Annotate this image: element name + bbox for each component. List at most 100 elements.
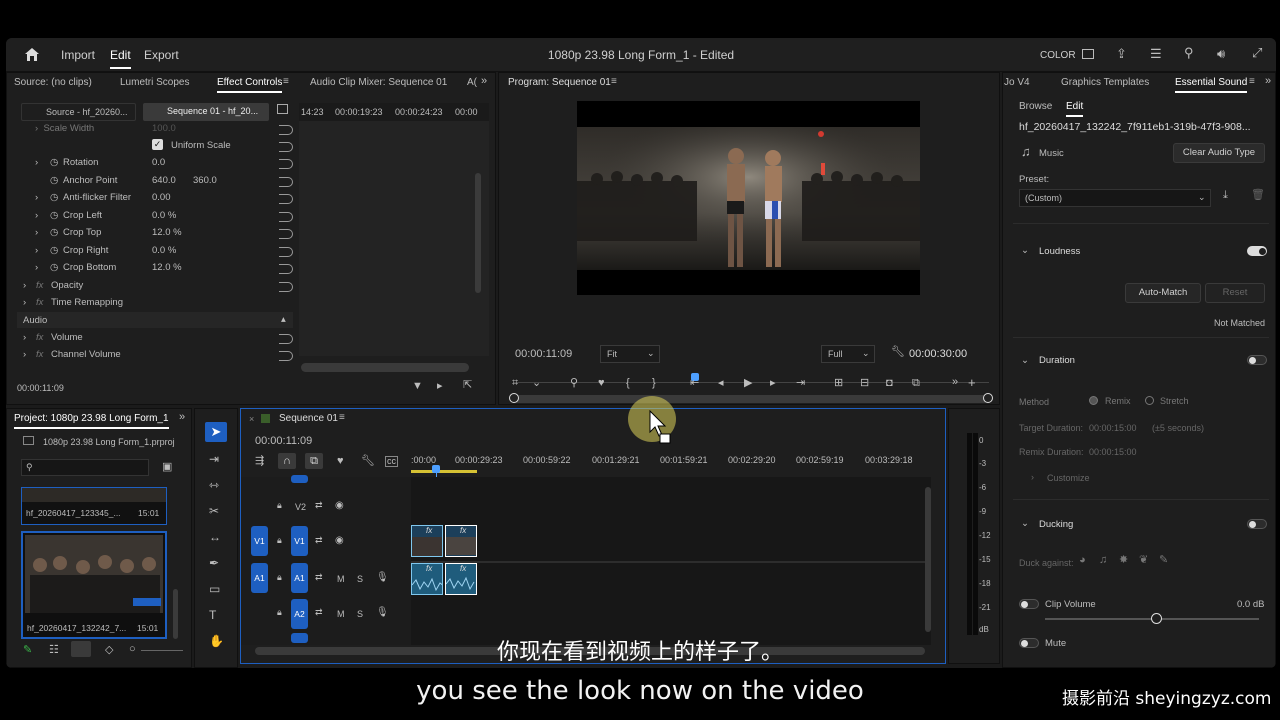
- panel-menu-icon[interactable]: ≡: [339, 413, 345, 423]
- new-bin-icon[interactable]: ▣: [162, 462, 172, 473]
- share-icon[interactable]: ⇪: [1116, 47, 1127, 60]
- auto-match-button[interactable]: Auto-Match: [1125, 283, 1201, 303]
- lock-icon[interactable]: 🔒︎: [277, 501, 282, 510]
- clip-volume-handle[interactable]: [1151, 613, 1162, 624]
- stretch-radio[interactable]: [1145, 396, 1154, 405]
- sequence-tab[interactable]: Sequence 01: [279, 413, 338, 424]
- feedback-icon[interactable]: ⚲: [1184, 46, 1194, 59]
- fx-icon[interactable]: fx: [36, 297, 43, 308]
- video-clip[interactable]: fx: [411, 525, 443, 557]
- dialogue-icon[interactable]: ◕: [1079, 555, 1086, 566]
- lock-icon[interactable]: 🔒︎: [277, 573, 282, 582]
- fullscreen-icon[interactable]: ⤢: [1252, 46, 1262, 59]
- expand-tabs-icon[interactable]: »: [179, 412, 185, 423]
- rotation-chevron[interactable]: ›: [35, 157, 38, 168]
- slip-icon[interactable]: ↔: [209, 531, 221, 543]
- tab-graphics-templates[interactable]: Graphics Templates: [1061, 77, 1149, 88]
- unassigned-icon[interactable]: ✎: [1159, 555, 1168, 566]
- reset-icon[interactable]: [279, 159, 293, 169]
- reset-icon[interactable]: [279, 142, 293, 152]
- razor-icon[interactable]: ✂: [209, 505, 219, 517]
- ducking-toggle[interactable]: [1247, 519, 1267, 529]
- sync-icon[interactable]: ⇄: [315, 501, 323, 510]
- reset-icon[interactable]: [279, 125, 293, 135]
- timeline-ruler[interactable]: :00:00 00:00:29:23 00:00:59:22 00:01:29:…: [411, 453, 931, 475]
- video-frame[interactable]: [577, 101, 920, 295]
- v3-source-patch[interactable]: [291, 475, 308, 483]
- fx-icon[interactable]: fx: [36, 332, 43, 343]
- track-select-icon[interactable]: ⇥: [209, 453, 219, 465]
- queue-icon[interactable]: ☰: [1150, 47, 1162, 60]
- selection-tool-icon[interactable]: ➤: [205, 422, 227, 442]
- clip-volume-toggle[interactable]: [1019, 599, 1039, 609]
- panel-menu-icon[interactable]: ≡: [283, 77, 289, 87]
- a2-track-target[interactable]: A2: [291, 599, 308, 629]
- reset-icon[interactable]: [279, 229, 293, 239]
- customize-chevron[interactable]: ›: [1031, 472, 1034, 482]
- project-item-selected[interactable]: hf_20260417_132242_7... 15:01: [21, 531, 167, 639]
- stopwatch-icon[interactable]: ◷: [50, 210, 58, 221]
- stopwatch-icon[interactable]: ◷: [50, 227, 58, 238]
- tab-lumetri-scopes[interactable]: Lumetri Scopes: [120, 77, 189, 88]
- pen-icon[interactable]: ✒: [209, 557, 219, 569]
- a1-track-target[interactable]: A1: [291, 563, 308, 593]
- lift-icon[interactable]: ⊞: [834, 378, 843, 389]
- music-icon[interactable]: ♫: [1099, 555, 1107, 566]
- safe-margins-icon[interactable]: ⌗: [512, 378, 518, 389]
- timeline-vscroll[interactable]: [925, 487, 931, 632]
- ripple-edit-icon[interactable]: ⇿: [209, 479, 219, 491]
- step-back-icon[interactable]: ◂: [718, 378, 724, 389]
- sfx-icon[interactable]: ✸: [1119, 555, 1128, 566]
- v1-track-target[interactable]: V1: [291, 526, 308, 556]
- marker-icon[interactable]: ♥: [337, 456, 344, 467]
- lock-icon[interactable]: 🔒︎: [277, 536, 282, 545]
- reset-icon[interactable]: [279, 282, 293, 292]
- time-remap-chevron[interactable]: ›: [23, 297, 26, 308]
- zoom-icon[interactable]: ⚲: [570, 378, 578, 389]
- microphone-icon[interactable]: 🎙︎: [376, 608, 389, 618]
- stopwatch-icon[interactable]: ◷: [50, 192, 58, 203]
- reset-button[interactable]: Reset: [1205, 283, 1265, 303]
- trash-icon[interactable]: 🗑︎: [1251, 190, 1265, 201]
- speaker-icon[interactable]: 🔊︎: [1217, 47, 1225, 60]
- mark-in-icon[interactable]: {: [626, 378, 630, 389]
- ducking-chevron[interactable]: ⌄: [1021, 518, 1029, 529]
- sync-icon[interactable]: ⇄: [315, 536, 323, 545]
- close-icon[interactable]: ×: [249, 414, 254, 424]
- sequence-clip-tab[interactable]: Sequence 01 - hf_20...: [143, 103, 269, 121]
- loudness-toggle[interactable]: [1247, 246, 1267, 256]
- crop-left-chevron[interactable]: ›: [35, 210, 38, 221]
- effect-controls-timecode[interactable]: 00:00:11:09: [17, 383, 64, 393]
- eye-icon[interactable]: ◉: [335, 536, 344, 546]
- reset-icon[interactable]: [279, 351, 293, 361]
- lock-icon[interactable]: 🔒︎: [277, 608, 282, 617]
- ambience-icon[interactable]: ❦: [1139, 555, 1148, 566]
- eye-icon[interactable]: ◉: [335, 501, 344, 511]
- tab-effect-controls[interactable]: Effect Controls: [217, 77, 283, 93]
- wrench-icon[interactable]: 🔧︎: [891, 347, 905, 358]
- sync-icon[interactable]: ⇄: [315, 608, 323, 617]
- wrench-icon[interactable]: 🔧︎: [361, 456, 375, 467]
- expand-tabs-icon[interactable]: »: [1265, 76, 1271, 87]
- go-to-in-icon[interactable]: ⇤: [690, 378, 699, 389]
- fit-dropdown[interactable]: Fit ⌄: [600, 345, 660, 363]
- type-tool-icon[interactable]: T: [209, 609, 216, 621]
- stopwatch-icon[interactable]: ◷: [50, 262, 58, 273]
- reset-icon[interactable]: [279, 264, 293, 274]
- duration-toggle[interactable]: [1247, 355, 1267, 365]
- filter-icon[interactable]: ▼: [412, 381, 423, 392]
- anti-flicker-chevron[interactable]: ›: [35, 192, 38, 203]
- comparison-view-icon[interactable]: ⧉: [912, 378, 920, 389]
- loudness-chevron[interactable]: ⌄: [1021, 245, 1029, 256]
- reset-icon[interactable]: [279, 247, 293, 257]
- more-buttons-icon[interactable]: »: [952, 377, 958, 388]
- color-workspace[interactable]: COLOR: [1040, 50, 1076, 61]
- clip-volume-value[interactable]: 0.0 dB: [1237, 599, 1264, 610]
- stopwatch-icon[interactable]: ◷: [50, 245, 58, 256]
- a1-source-patch[interactable]: A1: [251, 563, 268, 593]
- reset-icon[interactable]: [279, 334, 293, 344]
- microphone-icon[interactable]: 🎙︎: [376, 573, 389, 583]
- tab-audio-clip-mixer[interactable]: Audio Clip Mixer: Sequence 01: [310, 77, 447, 88]
- sync-icon[interactable]: ⇄: [315, 573, 323, 582]
- snap-icon[interactable]: ∩: [278, 453, 296, 469]
